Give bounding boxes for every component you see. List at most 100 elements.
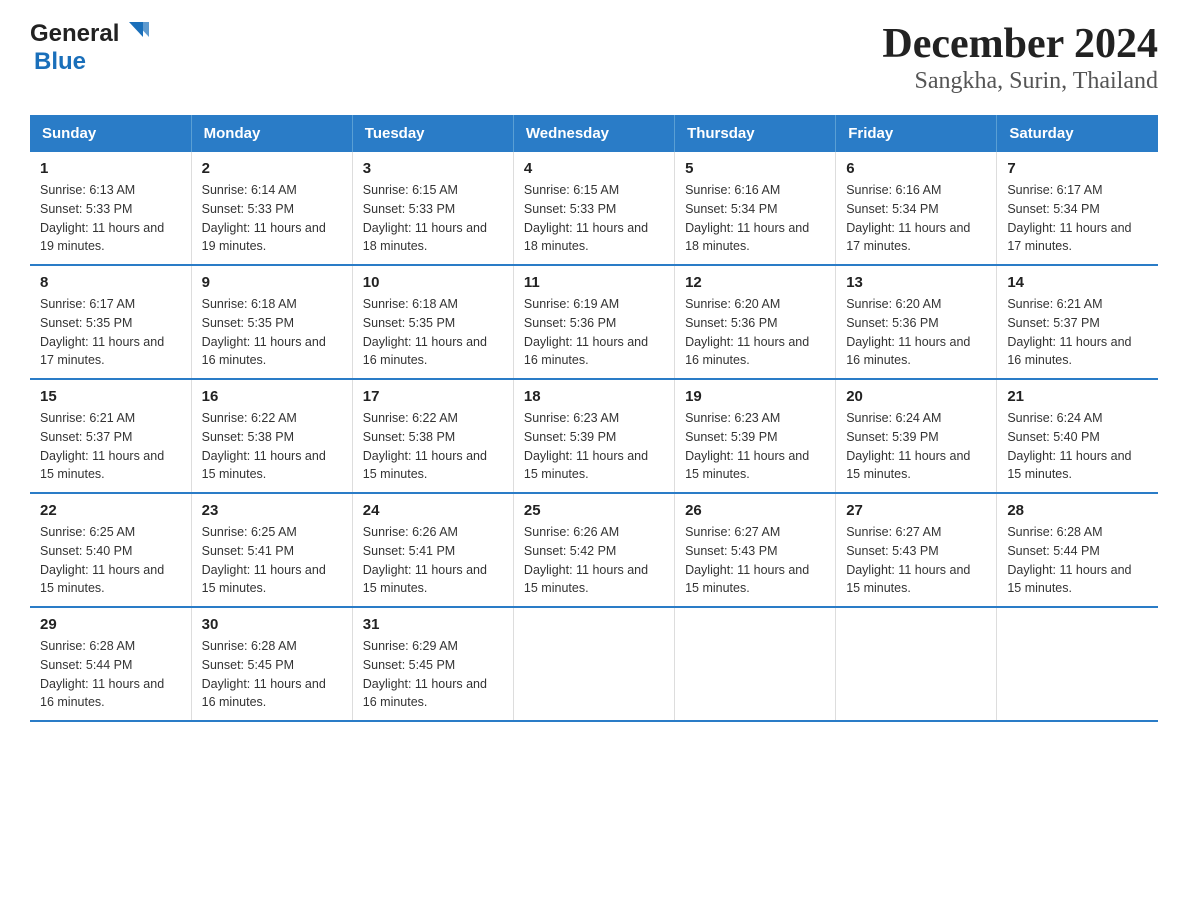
calendar-cell: 23Sunrise: 6:25 AMSunset: 5:41 PMDayligh… bbox=[191, 493, 352, 607]
calendar-cell: 11 Sunrise: 6:19 AMSunset: 5:36 PMDayligh… bbox=[513, 265, 674, 379]
day-number: 6 bbox=[846, 160, 986, 177]
weekday-header-thursday: Thursday bbox=[675, 115, 836, 152]
day-number: 10 bbox=[363, 274, 503, 291]
day-info: Sunrise: 6:14 AMSunset: 5:33 PMDaylight:… bbox=[202, 181, 342, 256]
day-info: Sunrise: 6:17 AMSunset: 5:34 PMDaylight:… bbox=[1007, 181, 1148, 256]
day-info: Sunrise: 6:25 AMSunset: 5:40 PMDaylight:… bbox=[40, 523, 181, 598]
day-number: 9 bbox=[202, 274, 342, 291]
day-info: Sunrise: 6:28 AMSunset: 5:45 PMDaylight:… bbox=[202, 637, 342, 712]
day-number: 3 bbox=[363, 160, 503, 177]
day-number: 11 bbox=[524, 274, 664, 291]
day-info: Sunrise: 6:28 AMSunset: 5:44 PMDaylight:… bbox=[40, 637, 181, 712]
weekday-header-friday: Friday bbox=[836, 115, 997, 152]
calendar-cell: 14 Sunrise: 6:21 AMSunset: 5:37 PMDayligh… bbox=[997, 265, 1158, 379]
calendar-cell: 28 Sunrise: 6:28 AMSunset: 5:44 PMDayligh… bbox=[997, 493, 1158, 607]
calendar-cell bbox=[513, 607, 674, 721]
day-info: Sunrise: 6:29 AMSunset: 5:45 PMDaylight:… bbox=[363, 637, 503, 712]
day-number: 19 bbox=[685, 388, 825, 405]
day-number: 1 bbox=[40, 160, 181, 177]
calendar-cell: 7 Sunrise: 6:17 AMSunset: 5:34 PMDaylight… bbox=[997, 152, 1158, 265]
day-info: Sunrise: 6:28 AMSunset: 5:44 PMDaylight:… bbox=[1007, 523, 1148, 598]
calendar-cell: 1 Sunrise: 6:13 AMSunset: 5:33 PMDaylight… bbox=[30, 152, 191, 265]
calendar-cell: 13 Sunrise: 6:20 AMSunset: 5:36 PMDayligh… bbox=[836, 265, 997, 379]
calendar-cell: 22 Sunrise: 6:25 AMSunset: 5:40 PMDayligh… bbox=[30, 493, 191, 607]
day-number: 21 bbox=[1007, 388, 1148, 405]
day-info: Sunrise: 6:27 AMSunset: 5:43 PMDaylight:… bbox=[685, 523, 825, 598]
day-number: 27 bbox=[846, 502, 986, 519]
logo-general-text: General bbox=[30, 20, 119, 48]
day-info: Sunrise: 6:13 AMSunset: 5:33 PMDaylight:… bbox=[40, 181, 181, 256]
day-info: Sunrise: 6:20 AMSunset: 5:36 PMDaylight:… bbox=[685, 295, 825, 370]
day-number: 22 bbox=[40, 502, 181, 519]
calendar-cell: 12 Sunrise: 6:20 AMSunset: 5:36 PMDayligh… bbox=[675, 265, 836, 379]
day-number: 17 bbox=[363, 388, 503, 405]
day-number: 12 bbox=[685, 274, 825, 291]
calendar-subtitle: Sangkha, Surin, Thailand bbox=[882, 68, 1158, 95]
day-info: Sunrise: 6:22 AMSunset: 5:38 PMDaylight:… bbox=[363, 409, 503, 484]
calendar-cell bbox=[675, 607, 836, 721]
day-number: 31 bbox=[363, 616, 503, 633]
day-info: Sunrise: 6:25 AMSunset: 5:41 PMDaylight:… bbox=[202, 523, 342, 598]
weekday-header-sunday: Sunday bbox=[30, 115, 191, 152]
day-number: 15 bbox=[40, 388, 181, 405]
calendar-cell: 16 Sunrise: 6:22 AMSunset: 5:38 PMDayligh… bbox=[191, 379, 352, 493]
calendar-cell: 8 Sunrise: 6:17 AMSunset: 5:35 PMDaylight… bbox=[30, 265, 191, 379]
calendar-cell: 5Sunrise: 6:16 AMSunset: 5:34 PMDaylight… bbox=[675, 152, 836, 265]
calendar-cell: 29 Sunrise: 6:28 AMSunset: 5:44 PMDayligh… bbox=[30, 607, 191, 721]
weekday-header-tuesday: Tuesday bbox=[352, 115, 513, 152]
calendar-week-row: 15 Sunrise: 6:21 AMSunset: 5:37 PMDayligh… bbox=[30, 379, 1158, 493]
logo-blue-text: Blue bbox=[34, 48, 86, 75]
day-number: 13 bbox=[846, 274, 986, 291]
calendar-cell: 15 Sunrise: 6:21 AMSunset: 5:37 PMDayligh… bbox=[30, 379, 191, 493]
day-info: Sunrise: 6:26 AMSunset: 5:42 PMDaylight:… bbox=[524, 523, 664, 598]
calendar-cell: 18Sunrise: 6:23 AMSunset: 5:39 PMDayligh… bbox=[513, 379, 674, 493]
calendar-cell: 26 Sunrise: 6:27 AMSunset: 5:43 PMDayligh… bbox=[675, 493, 836, 607]
calendar-cell: 20Sunrise: 6:24 AMSunset: 5:39 PMDayligh… bbox=[836, 379, 997, 493]
calendar-cell: 6 Sunrise: 6:16 AMSunset: 5:34 PMDaylight… bbox=[836, 152, 997, 265]
day-number: 16 bbox=[202, 388, 342, 405]
day-info: Sunrise: 6:21 AMSunset: 5:37 PMDaylight:… bbox=[40, 409, 181, 484]
calendar-week-row: 8 Sunrise: 6:17 AMSunset: 5:35 PMDaylight… bbox=[30, 265, 1158, 379]
weekday-header-saturday: Saturday bbox=[997, 115, 1158, 152]
day-number: 30 bbox=[202, 616, 342, 633]
page-header: General Blue December 2024 Sangkha, Suri… bbox=[30, 20, 1158, 95]
day-number: 7 bbox=[1007, 160, 1148, 177]
day-info: Sunrise: 6:22 AMSunset: 5:38 PMDaylight:… bbox=[202, 409, 342, 484]
calendar-title: December 2024 bbox=[882, 20, 1158, 68]
day-info: Sunrise: 6:21 AMSunset: 5:37 PMDaylight:… bbox=[1007, 295, 1148, 370]
day-info: Sunrise: 6:27 AMSunset: 5:43 PMDaylight:… bbox=[846, 523, 986, 598]
day-number: 8 bbox=[40, 274, 181, 291]
day-number: 14 bbox=[1007, 274, 1148, 291]
day-number: 25 bbox=[524, 502, 664, 519]
weekday-header-monday: Monday bbox=[191, 115, 352, 152]
calendar-table: SundayMondayTuesdayWednesdayThursdayFrid… bbox=[30, 115, 1158, 722]
day-info: Sunrise: 6:24 AMSunset: 5:39 PMDaylight:… bbox=[846, 409, 986, 484]
day-info: Sunrise: 6:19 AMSunset: 5:36 PMDaylight:… bbox=[524, 295, 664, 370]
calendar-week-row: 1 Sunrise: 6:13 AMSunset: 5:33 PMDaylight… bbox=[30, 152, 1158, 265]
day-info: Sunrise: 6:17 AMSunset: 5:35 PMDaylight:… bbox=[40, 295, 181, 370]
calendar-cell: 31 Sunrise: 6:29 AMSunset: 5:45 PMDayligh… bbox=[352, 607, 513, 721]
calendar-cell bbox=[836, 607, 997, 721]
calendar-cell: 30 Sunrise: 6:28 AMSunset: 5:45 PMDayligh… bbox=[191, 607, 352, 721]
day-info: Sunrise: 6:26 AMSunset: 5:41 PMDaylight:… bbox=[363, 523, 503, 598]
calendar-week-row: 22 Sunrise: 6:25 AMSunset: 5:40 PMDayligh… bbox=[30, 493, 1158, 607]
day-info: Sunrise: 6:18 AMSunset: 5:35 PMDaylight:… bbox=[363, 295, 503, 370]
calendar-cell bbox=[997, 607, 1158, 721]
calendar-cell: 9Sunrise: 6:18 AMSunset: 5:35 PMDaylight… bbox=[191, 265, 352, 379]
day-info: Sunrise: 6:16 AMSunset: 5:34 PMDaylight:… bbox=[685, 181, 825, 256]
day-info: Sunrise: 6:16 AMSunset: 5:34 PMDaylight:… bbox=[846, 181, 986, 256]
calendar-cell: 3Sunrise: 6:15 AMSunset: 5:33 PMDaylight… bbox=[352, 152, 513, 265]
day-number: 26 bbox=[685, 502, 825, 519]
logo: General Blue bbox=[30, 20, 151, 76]
day-number: 2 bbox=[202, 160, 342, 177]
day-number: 29 bbox=[40, 616, 181, 633]
day-info: Sunrise: 6:20 AMSunset: 5:36 PMDaylight:… bbox=[846, 295, 986, 370]
calendar-cell: 17 Sunrise: 6:22 AMSunset: 5:38 PMDayligh… bbox=[352, 379, 513, 493]
day-number: 24 bbox=[363, 502, 503, 519]
calendar-cell: 19 Sunrise: 6:23 AMSunset: 5:39 PMDayligh… bbox=[675, 379, 836, 493]
day-info: Sunrise: 6:23 AMSunset: 5:39 PMDaylight:… bbox=[685, 409, 825, 484]
calendar-cell: 24 Sunrise: 6:26 AMSunset: 5:41 PMDayligh… bbox=[352, 493, 513, 607]
day-number: 28 bbox=[1007, 502, 1148, 519]
weekday-header-row: SundayMondayTuesdayWednesdayThursdayFrid… bbox=[30, 115, 1158, 152]
logo-triangle-icon bbox=[121, 17, 151, 47]
